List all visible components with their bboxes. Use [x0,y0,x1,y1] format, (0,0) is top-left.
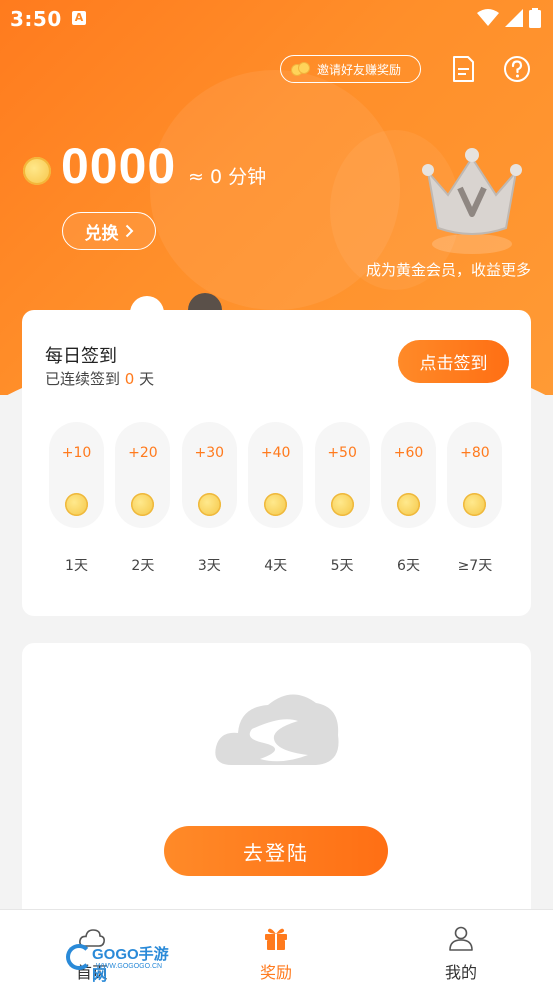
coin-icon [197,493,221,516]
signin-day-3: +30 [181,422,237,528]
tab-profile[interactable]: 我的 [401,910,521,984]
day-reward: +60 [393,445,424,461]
vip-promo-text[interactable]: 成为黄金会员，收益更多 [366,259,531,280]
day-label: 4天 [264,558,288,574]
watermark-sub: WWW.GOGOGO.CN [96,963,163,970]
day-label: 6天 [397,558,420,574]
exchange-label: 兑换 [84,223,119,244]
streak-days: 0 [124,370,135,388]
day-reward: +40 [260,445,291,461]
status-icons [477,8,541,28]
coin-icon [397,493,420,516]
coin-icon [131,493,155,516]
day-label: 5天 [330,558,354,574]
signin-day-2: +20 [115,422,171,528]
user-icon [449,926,473,951]
day-reward: +50 [327,445,357,461]
wifi-icon [477,9,499,26]
chevron-right-icon [125,224,133,238]
gift-icon [265,928,287,950]
signin-day-4: +40 [248,422,304,528]
day-reward: +20 [128,445,158,461]
signin-day-7: +80 [447,422,503,528]
coin-icon [65,493,88,516]
day-label: 3天 [197,558,221,574]
signin-day-1: +10 [49,422,104,528]
invite-label: 邀请好友赚奖励 [317,62,402,77]
coin-balance: 0000 [61,138,177,194]
tab-rewards[interactable]: 奖励 [216,910,336,984]
signin-streak: 已连续签到 0 天 [45,370,155,388]
invite-friends-button[interactable]: 邀请好友赚奖励 [280,55,421,83]
day-reward: +80 [460,445,490,461]
tab-rewards-label: 奖励 [259,963,292,982]
day-label: ≥7天 [457,558,493,574]
help-icon[interactable] [503,55,531,83]
coin-icon [330,493,354,516]
day-reward: +30 [194,445,225,461]
empty-cloud-icon [215,694,339,765]
login-button[interactable]: 去登陆 [164,826,388,876]
coin-icon [463,493,487,516]
signal-icon [505,9,523,27]
battery-icon [529,8,541,28]
status-bar: 3:50 A [0,0,553,36]
day-reward: +10 [61,445,92,461]
daily-signin-card: 每日签到 已连续签到 0 天 点击签到 +10 1天 +20 2天 +30 3天 +40 4天… [22,310,531,616]
coin-icon [23,157,51,185]
exchange-button[interactable]: 兑换 [62,212,156,250]
vip-crown-icon[interactable] [418,140,526,260]
signin-day-6: +60 [381,422,436,528]
watermark-c-icon [66,944,92,970]
watermark-logo: GOGO手游网 WWW.GOGOGO.CN [66,941,176,984]
signin-day-5: +50 [314,422,370,528]
app-notification-icon: A [72,11,86,25]
signin-button[interactable]: 点击签到 [398,340,509,383]
signin-days: +10 1天 +20 2天 +30 3天 +40 4天 +50 5天 +60 6天 +80 ≥7天 [49,422,509,582]
day-label: 1天 [65,558,88,574]
login-card: 去登陆 [22,643,531,933]
day-label: 2天 [131,558,155,574]
coin-icon [264,493,288,516]
signin-title: 每日签到 [45,346,117,367]
tab-profile-label: 我的 [444,963,477,982]
status-time: 3:50 [10,7,62,31]
coin-approx-minutes: ≈ 0 分钟 [188,166,267,188]
document-icon[interactable] [449,55,477,83]
coins-icon [291,62,311,76]
